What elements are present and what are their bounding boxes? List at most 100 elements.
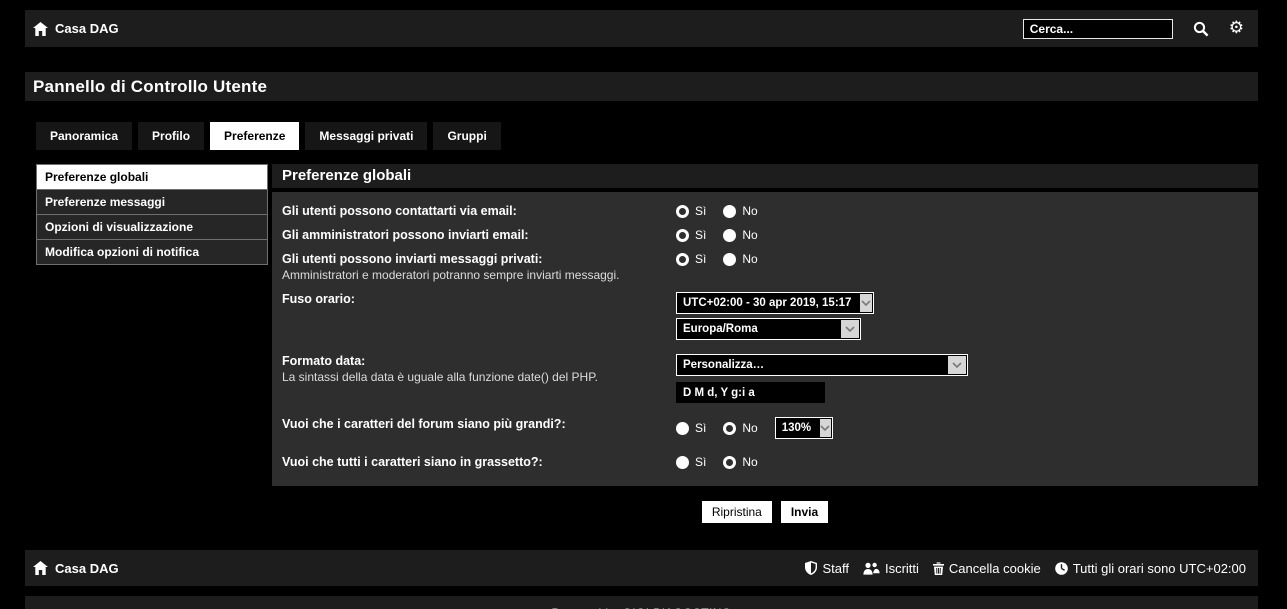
font-size-select-value: 130% — [776, 422, 819, 434]
radio-yes-label: Sì — [695, 204, 706, 218]
staff-label: Staff — [822, 561, 849, 576]
timezone-select[interactable]: UTC+02:00 - 30 apr 2019, 15:17 — [676, 292, 874, 314]
field-label: Vuoi che i caratteri del forum siano più… — [282, 417, 666, 432]
row-contact-email: Gli utenti possono contattarti via email… — [282, 204, 1246, 219]
clock-icon — [1055, 562, 1068, 575]
footer-home-link[interactable]: Casa DAG — [33, 561, 119, 576]
radio-no[interactable]: No — [723, 204, 757, 218]
font-size-select[interactable]: 130% — [775, 417, 833, 439]
home-icon — [33, 561, 48, 575]
search-input[interactable] — [1023, 19, 1173, 39]
timezone-select-value: UTC+02:00 - 30 apr 2019, 15:17 — [677, 297, 859, 309]
reset-button[interactable]: Ripristina — [702, 501, 772, 523]
field-note: Amministratori e moderatori potranno sem… — [282, 268, 666, 283]
radio-unchecked-icon[interactable] — [676, 456, 689, 469]
chevron-down-icon — [820, 419, 831, 437]
radio-yes[interactable]: Sì — [676, 455, 706, 469]
top-navbar: Casa DAG ⚙ — [25, 10, 1258, 47]
radio-no[interactable]: No — [723, 421, 757, 435]
row-timezone: Fuso orario: UTC+02:00 - 30 apr 2019, 15… — [282, 292, 1246, 340]
row-date-format: Formato data: La sintassi della data è u… — [282, 354, 1246, 403]
radio-yes-label: Sì — [695, 421, 706, 435]
page-title: Pannello di Controllo Utente — [33, 77, 267, 97]
row-private-messages: Gli utenti possono inviarti messaggi pri… — [282, 252, 1246, 283]
field-label: Gli utenti possono inviarti messaggi pri… — [282, 252, 666, 267]
field-label: Gli utenti possono contattarti via email… — [282, 204, 666, 219]
chevron-down-icon — [860, 294, 872, 312]
radio-yes-label: Sì — [695, 252, 706, 266]
staff-link[interactable]: Staff — [805, 561, 849, 576]
radio-unchecked-icon[interactable] — [676, 422, 689, 435]
delete-cookies-label: Cancella cookie — [949, 561, 1041, 576]
brand-label: Casa DAG — [55, 21, 119, 36]
sidebar-item-opzioni-visualizzazione[interactable]: Opzioni di visualizzazione — [37, 215, 267, 240]
radio-checked-icon[interactable] — [676, 253, 689, 266]
city-select[interactable]: Europa/Roma — [676, 318, 861, 340]
sidebar-item-preferenze-globali[interactable]: Preferenze globali — [37, 165, 267, 190]
radio-checked-icon[interactable] — [676, 229, 689, 242]
radio-no[interactable]: No — [723, 252, 757, 266]
row-bold-text: Vuoi che tutti i caratteri siano in gras… — [282, 455, 1246, 470]
radio-checked-icon[interactable] — [723, 456, 736, 469]
date-format-select[interactable]: Personalizza… — [676, 354, 968, 376]
chevron-down-icon — [948, 356, 966, 374]
tab-panoramica[interactable]: Panoramica — [36, 122, 132, 150]
ucp-tabs: Panoramica Profilo Preferenze Messaggi p… — [25, 122, 1258, 150]
tab-preferenze[interactable]: Preferenze — [210, 122, 299, 150]
radio-yes[interactable]: Sì — [676, 228, 706, 242]
powered-by-bar: Powered by GIGI D'AGOSTINO — [25, 596, 1258, 609]
radio-checked-icon[interactable] — [723, 422, 736, 435]
powered-by-text: Powered by GIGI D'AGOSTINO — [551, 606, 731, 609]
form-buttons: Ripristina Invia — [272, 497, 1258, 527]
radio-yes[interactable]: Sì — [676, 252, 706, 266]
sidebar-item-preferenze-messaggi[interactable]: Preferenze messaggi — [37, 190, 267, 215]
date-format-input[interactable] — [676, 382, 825, 403]
field-note: La sintassi della data è uguale alla fun… — [282, 370, 666, 385]
shield-icon — [805, 561, 817, 575]
radio-yes[interactable]: Sì — [676, 204, 706, 218]
radio-no-label: No — [742, 228, 757, 242]
radio-unchecked-icon[interactable] — [723, 229, 736, 242]
tab-messaggi-privati[interactable]: Messaggi privati — [305, 122, 427, 150]
preferences-form: Gli utenti possono contattarti via email… — [272, 192, 1258, 486]
delete-cookies-link[interactable]: Cancella cookie — [933, 561, 1041, 576]
footer-bar: Casa DAG Staff Iscritti Cancella cookie — [25, 550, 1258, 586]
radio-unchecked-icon[interactable] — [723, 253, 736, 266]
ucp-sidebar: Preferenze globali Preferenze messaggi O… — [36, 164, 268, 265]
radio-yes-label: Sì — [695, 455, 706, 469]
radio-yes[interactable]: Sì — [676, 421, 706, 435]
field-label: Formato data: — [282, 354, 666, 369]
timezone-info-label: Tutti gli orari sono UTC+02:00 — [1073, 561, 1246, 576]
home-link[interactable]: Casa DAG — [33, 21, 119, 36]
radio-yes-label: Sì — [695, 228, 706, 242]
radio-checked-icon[interactable] — [676, 205, 689, 218]
radio-no-label: No — [742, 421, 757, 435]
gear-icon[interactable]: ⚙ — [1229, 20, 1244, 37]
timezone-info: Tutti gli orari sono UTC+02:00 — [1055, 561, 1246, 576]
page-title-bar: Pannello di Controllo Utente — [25, 72, 1258, 101]
city-select-value: Europa/Roma — [677, 323, 766, 335]
tab-gruppi[interactable]: Gruppi — [433, 122, 500, 150]
field-label: Gli amministratori possono inviarti emai… — [282, 228, 666, 243]
radio-unchecked-icon[interactable] — [723, 205, 736, 218]
members-label: Iscritti — [885, 561, 919, 576]
radio-no-label: No — [742, 252, 757, 266]
field-label: Vuoi che tutti i caratteri siano in gras… — [282, 455, 666, 470]
panel-title: Preferenze globali — [272, 164, 1258, 188]
chevron-down-icon — [841, 320, 859, 338]
row-font-size: Vuoi che i caratteri del forum siano più… — [282, 417, 1246, 439]
sidebar-item-opzioni-notifica[interactable]: Modifica opzioni di notifica — [37, 240, 267, 264]
search-icon[interactable] — [1193, 21, 1209, 37]
radio-no[interactable]: No — [723, 228, 757, 242]
date-format-select-value: Personalizza… — [677, 359, 772, 371]
radio-no-label: No — [742, 204, 757, 218]
tab-profilo[interactable]: Profilo — [138, 122, 204, 150]
users-icon — [863, 562, 880, 575]
members-link[interactable]: Iscritti — [863, 561, 919, 576]
trash-icon — [933, 562, 944, 575]
row-admin-email: Gli amministratori possono inviarti emai… — [282, 228, 1246, 243]
radio-no-label: No — [742, 455, 757, 469]
radio-no[interactable]: No — [723, 455, 757, 469]
submit-button[interactable]: Invia — [781, 501, 828, 523]
field-label: Fuso orario: — [282, 292, 666, 307]
